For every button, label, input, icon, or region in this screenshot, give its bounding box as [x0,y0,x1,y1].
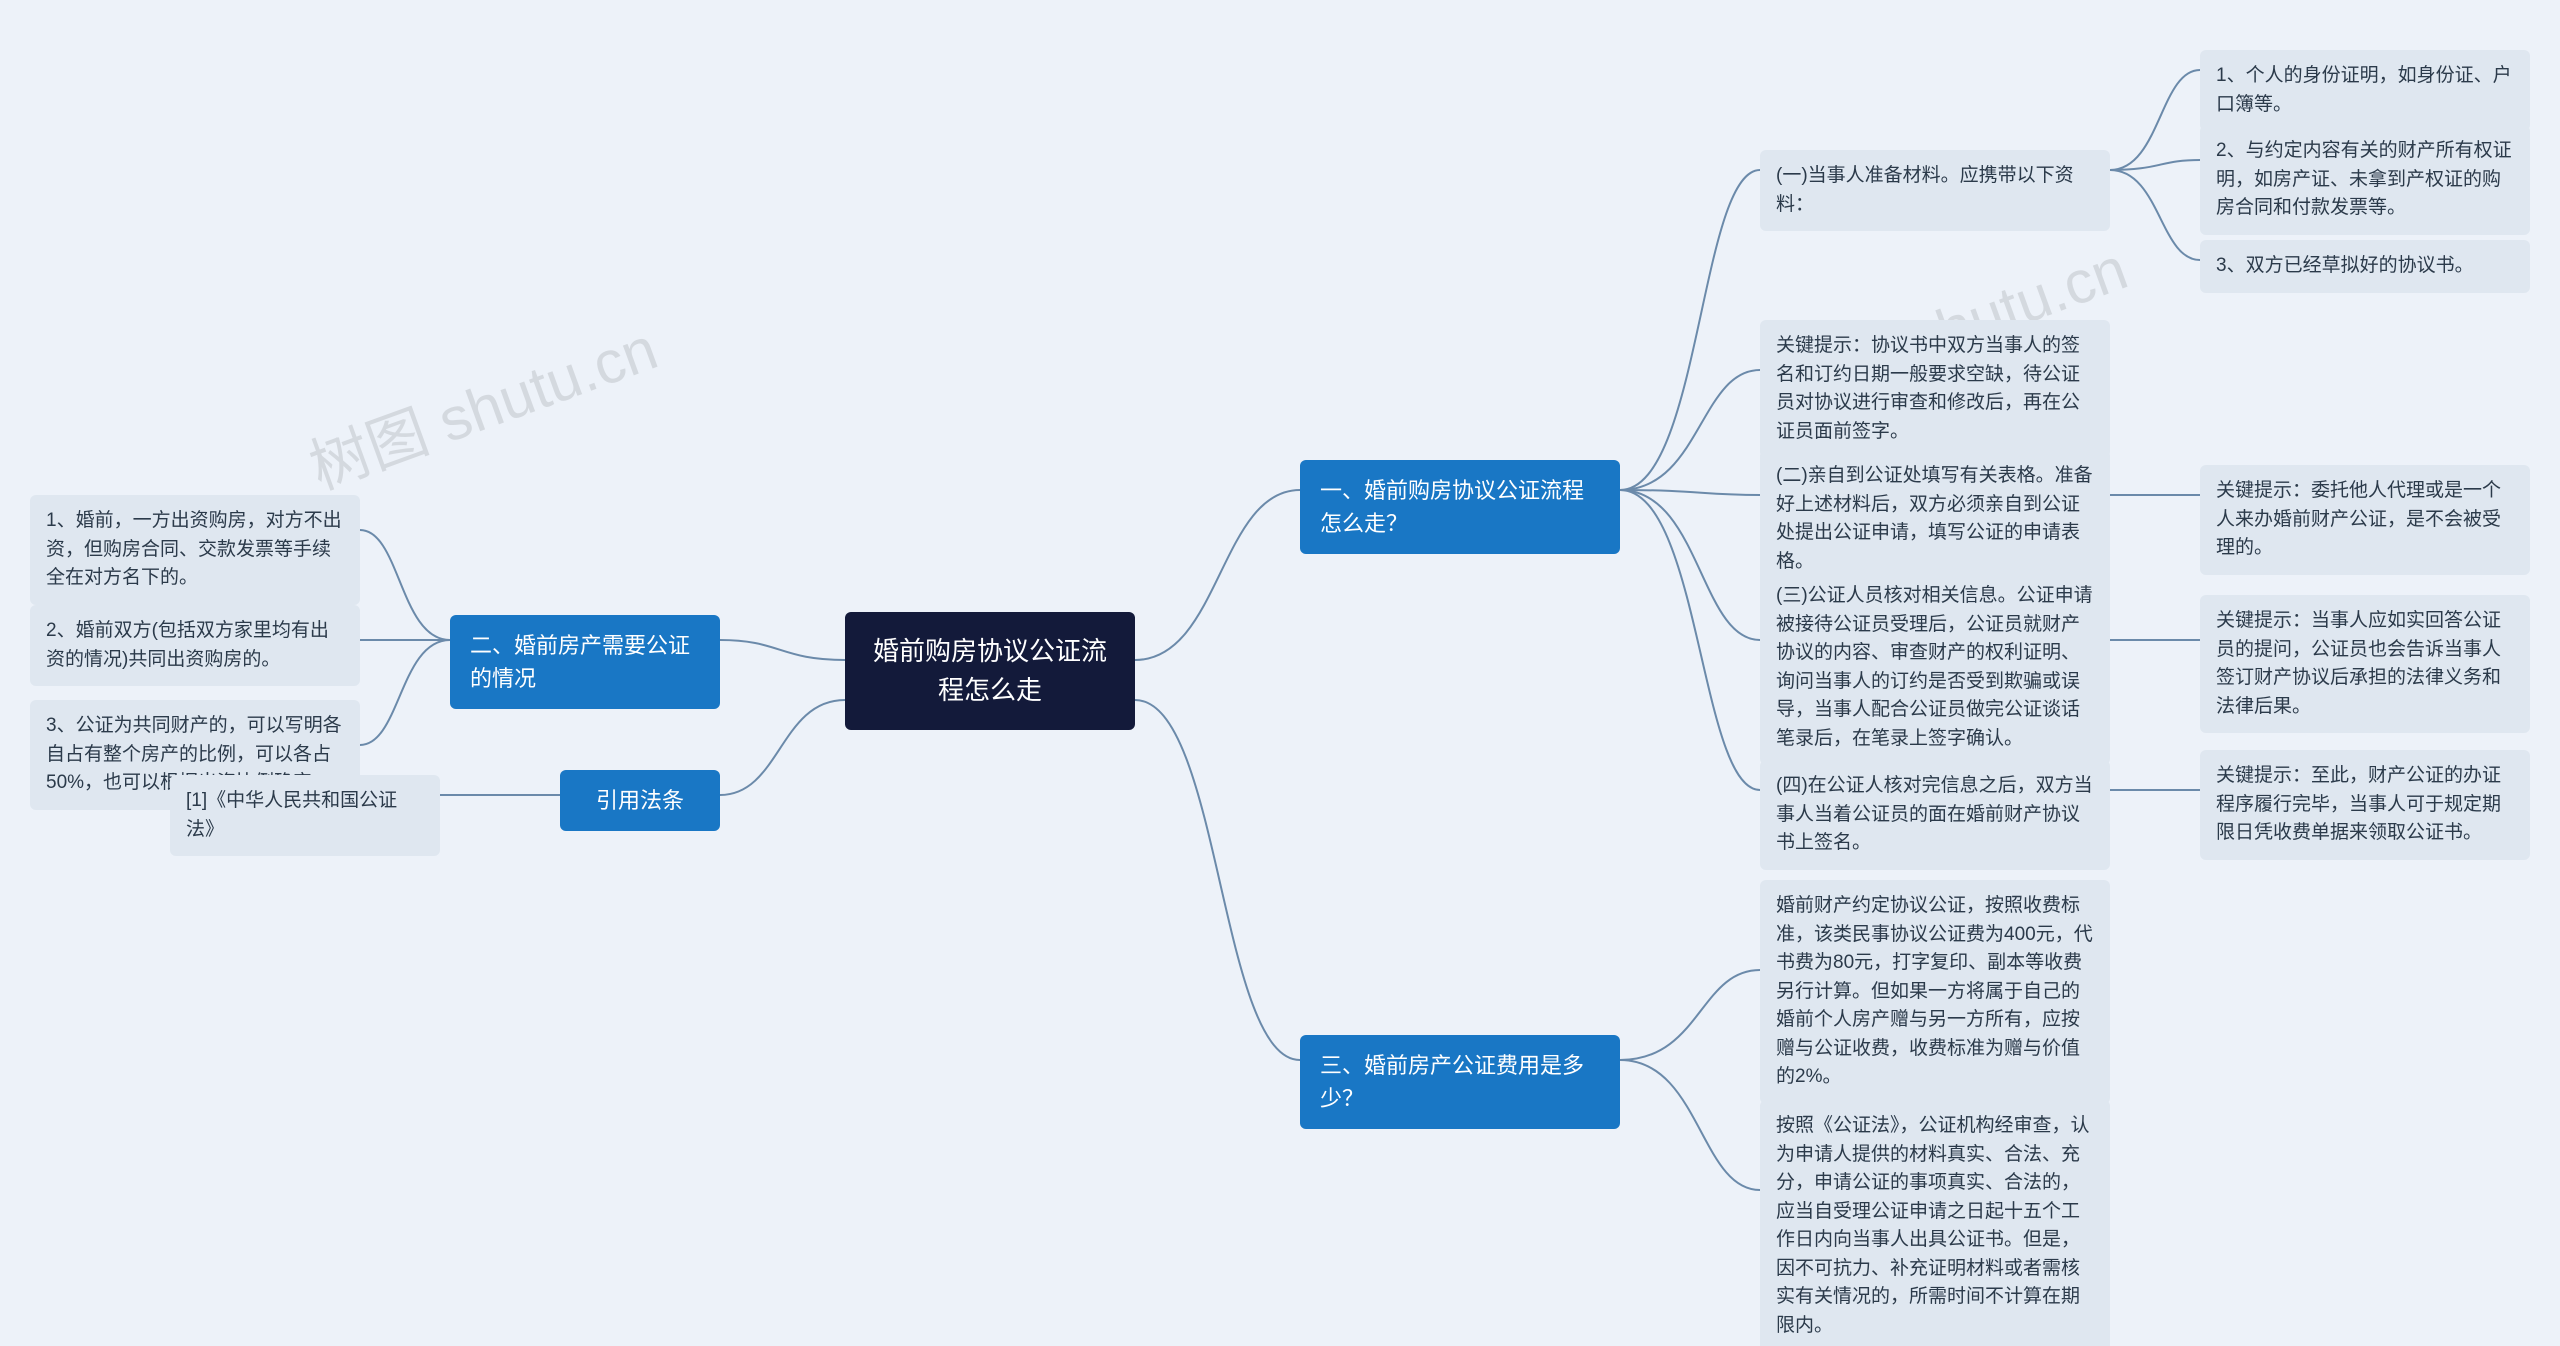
branch-section-1[interactable]: 一、婚前购房协议公证流程怎么走？ [1300,460,1620,554]
node-s1-c2[interactable]: (二)亲自到公证处填写有关表格。准备好上述材料后，双方必须亲自到公证处提出公证申… [1760,450,2110,588]
node-ref-l1[interactable]: [1]《中华人民共和国公证法》 [170,775,440,856]
node-s1-c1-l2[interactable]: 2、与约定内容有关的财产所有权证明，如房产证、未拿到产权证的购房合同和付款发票等… [2200,125,2530,235]
node-s2-l1[interactable]: 1、婚前，一方出资购房，对方不出资，但购房合同、交款发票等手续全在对方名下的。 [30,495,360,605]
node-s1-c1[interactable]: (一)当事人准备材料。应携带以下资料： [1760,150,2110,231]
node-s1-c1-l1[interactable]: 1、个人的身份证明，如身份证、户口簿等。 [2200,50,2530,131]
node-s1-c3-tip[interactable]: 关键提示：当事人应如实回答公证员的提问，公证员也会告诉当事人签订财产协议后承担的… [2200,595,2530,733]
node-s1-c1-l3[interactable]: 3、双方已经草拟好的协议书。 [2200,240,2530,293]
connector-lines [0,0,2560,1346]
branch-section-3[interactable]: 三、婚前房产公证费用是多少？ [1300,1035,1620,1129]
node-s1-c2-tip[interactable]: 关键提示：委托他人代理或是一个人来办婚前财产公证，是不会被受理的。 [2200,465,2530,575]
node-s1-c4-tip[interactable]: 关键提示：至此，财产公证的办证程序履行完毕，当事人可于规定期限日凭收费单据来领取… [2200,750,2530,860]
node-s1-tip1[interactable]: 关键提示：协议书中双方当事人的签名和订约日期一般要求空缺，待公证员对协议进行审查… [1760,320,2110,458]
node-s3-l2[interactable]: 按照《公证法》，公证机构经审查，认为申请人提供的材料真实、合法、充分，申请公证的… [1760,1100,2110,1346]
node-s1-c4[interactable]: (四)在公证人核对完信息之后，双方当事人当着公证员的面在婚前财产协议书上签名。 [1760,760,2110,870]
branch-section-2[interactable]: 二、婚前房产需要公证的情况 [450,615,720,709]
watermark-left: 树图 shutu.cn [296,300,667,506]
node-s1-c3[interactable]: (三)公证人员核对相关信息。公证申请被接待公证员受理后，公证员就财产协议的内容、… [1760,570,2110,765]
root-node[interactable]: 婚前购房协议公证流程怎么走 [845,612,1135,730]
node-s3-l1[interactable]: 婚前财产约定协议公证，按照收费标准，该类民事协议公证费为400元，代书费为80元… [1760,880,2110,1104]
branch-ref[interactable]: 引用法条 [560,770,720,831]
node-s2-l2[interactable]: 2、婚前双方(包括双方家里均有出资的情况)共同出资购房的。 [30,605,360,686]
